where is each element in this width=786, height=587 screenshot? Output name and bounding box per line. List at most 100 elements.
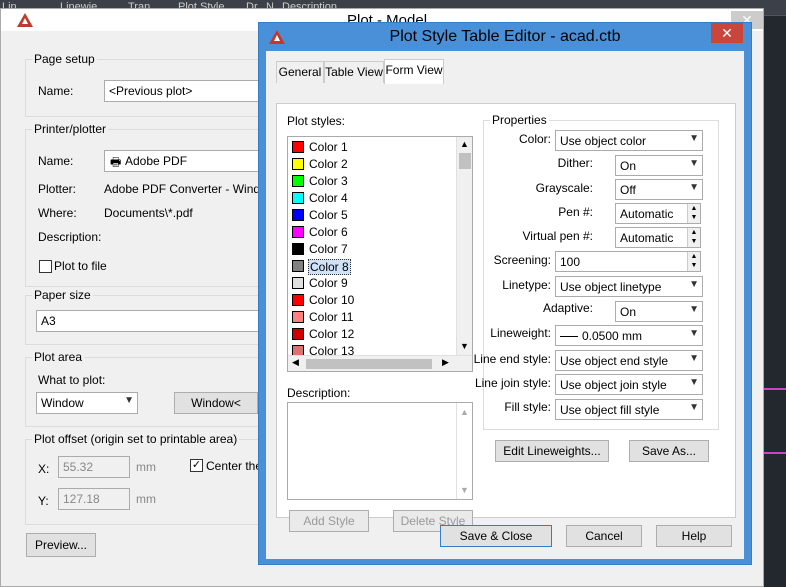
x-offset-field[interactable]: 55.32 — [58, 456, 130, 478]
pen-spinner[interactable]: Automatic ▲ ▼ — [615, 203, 701, 224]
pen-label: Pen #: — [558, 205, 593, 219]
color-select[interactable]: Use object color ▼ — [555, 130, 703, 151]
what-to-plot-select[interactable]: Window ▼ — [36, 392, 138, 414]
plot-to-file-label: Plot to file — [54, 259, 107, 273]
list-item[interactable]: Color 4 — [288, 190, 458, 207]
spinner-arrows-icon[interactable]: ▲ ▼ — [687, 252, 700, 271]
fill-style-value: Use object fill style — [560, 403, 660, 417]
list-item[interactable]: Color 3 — [288, 173, 458, 190]
list-item[interactable]: Color 10 — [288, 292, 458, 309]
screening-value: 100 — [560, 255, 581, 269]
name-label: Name: — [38, 154, 74, 168]
y-offset-field[interactable]: 127.18 — [58, 488, 130, 510]
paper-size-select[interactable]: A3 — [36, 310, 262, 332]
tab-general[interactable]: General — [276, 61, 324, 83]
style-name: Color 5 — [309, 208, 348, 222]
dither-value: On — [620, 159, 637, 173]
plot-styles-list[interactable]: Color 1 Color 2 Color 3 Color 4 Color 5 Color… — [287, 136, 473, 372]
style-name: Color 11 — [309, 310, 354, 324]
lineweight-select[interactable]: 0.0500 mm ▼ — [555, 325, 703, 346]
vertical-scrollbar[interactable]: ▲ ▼ — [456, 137, 472, 355]
plot-area-group: Plot area What to plot: Window ▼ Window< — [25, 350, 261, 427]
form-view-page: Plot styles: Color 1 Color 2 Color 3 Color … — [276, 103, 736, 532]
description-textarea[interactable]: ▲ ▼ — [287, 402, 473, 500]
linetype-value: Use object linetype — [560, 280, 662, 294]
list-item[interactable]: Color 6 — [288, 224, 458, 241]
tab-form-view[interactable]: Form View — [384, 59, 444, 84]
chevron-down-icon: ▼ — [689, 377, 699, 388]
add-style-button[interactable]: Add Style — [289, 510, 369, 532]
style-name: Color 3 — [309, 174, 348, 188]
color-swatch — [292, 158, 304, 170]
scroll-thumb[interactable] — [459, 153, 471, 169]
list-item[interactable]: Color 5 — [288, 207, 458, 224]
linetype-select[interactable]: Use object linetype ▼ — [555, 276, 703, 297]
spinner-arrows-icon[interactable]: ▲ ▼ — [687, 228, 700, 247]
color-swatch — [292, 260, 304, 272]
save-as-button[interactable]: Save As... — [629, 440, 709, 462]
horizontal-scrollbar[interactable]: ◀ ▶ — [288, 355, 472, 371]
x-label: X: — [38, 462, 50, 476]
adaptive-select[interactable]: On ▼ — [615, 301, 703, 322]
x-unit: mm — [136, 460, 156, 474]
plot-offset-group: Plot offset (origin set to printable are… — [25, 432, 263, 525]
fill-style-select[interactable]: Use object fill style ▼ — [555, 399, 703, 420]
line-end-select[interactable]: Use object end style ▼ — [555, 350, 703, 371]
drawing-line — [764, 452, 786, 454]
list-item[interactable]: Color 7 — [288, 241, 458, 258]
scroll-up-icon[interactable]: ▲ — [460, 139, 469, 149]
scroll-thumb[interactable] — [306, 359, 432, 369]
list-item[interactable]: Color 8 — [288, 258, 458, 275]
styles-items: Color 1 Color 2 Color 3 Color 4 Color 5 Color… — [288, 139, 458, 357]
list-item[interactable]: Color 12 — [288, 326, 458, 343]
y-unit: mm — [136, 492, 156, 506]
printer-icon: 🖶 — [110, 155, 122, 169]
chevron-down-icon: ▼ — [689, 353, 699, 364]
spinner-arrows-icon[interactable]: ▲ ▼ — [687, 204, 700, 223]
scroll-right-icon[interactable]: ▶ — [442, 357, 449, 368]
tab-table-view[interactable]: Table View — [324, 61, 384, 83]
scroll-left-icon[interactable]: ◀ — [292, 357, 299, 368]
page-setup-select[interactable]: <Previous plot> — [104, 80, 264, 102]
scroll-up-icon[interactable]: ▲ — [460, 407, 469, 417]
printer-select[interactable]: 🖶 Adobe PDF — [104, 150, 264, 172]
group-title: Plot offset (origin set to printable are… — [32, 432, 240, 446]
style-name: Color 4 — [309, 191, 348, 205]
plot-to-file-checkbox[interactable] — [39, 260, 52, 273]
dither-select[interactable]: On ▼ — [615, 155, 703, 176]
save-close-button[interactable]: Save & Close — [440, 525, 552, 547]
cancel-button[interactable]: Cancel — [566, 525, 642, 547]
window-button[interactable]: Window< — [174, 392, 258, 414]
grayscale-select[interactable]: Off ▼ — [615, 179, 703, 200]
scroll-down-icon[interactable]: ▼ — [460, 485, 469, 495]
list-item[interactable]: Color 11 — [288, 309, 458, 326]
screening-spinner[interactable]: 100 ▲ ▼ — [555, 251, 701, 272]
list-item[interactable]: Color 9 — [288, 275, 458, 292]
group-title: Properties — [490, 113, 549, 127]
center-plot-checkbox[interactable]: ✓ — [190, 459, 203, 472]
adaptive-label: Adaptive: — [542, 301, 593, 315]
help-button[interactable]: Help — [656, 525, 732, 547]
close-icon[interactable]: ✕ — [711, 23, 743, 43]
list-item[interactable]: Color 1 — [288, 139, 458, 156]
virtual-pen-value: Automatic — [620, 231, 674, 245]
center-plot-label: Center the — [206, 459, 263, 473]
preview-button[interactable]: Preview... — [26, 533, 96, 557]
color-swatch — [292, 209, 304, 221]
vertical-scrollbar[interactable]: ▲ ▼ — [456, 403, 472, 499]
chevron-down-icon: ▼ — [689, 133, 699, 144]
line-join-select[interactable]: Use object join style ▼ — [555, 374, 703, 395]
edit-lineweights-button[interactable]: Edit Lineweights... — [495, 440, 609, 462]
chevron-down-icon: ▼ — [689, 182, 699, 193]
color-swatch — [292, 141, 304, 153]
where-value: Documents\*.pdf — [104, 206, 193, 220]
what-to-plot-label: What to plot: — [38, 373, 106, 387]
list-item[interactable]: Color 2 — [288, 156, 458, 173]
scroll-down-icon[interactable]: ▼ — [460, 341, 469, 351]
color-swatch — [292, 243, 304, 255]
screening-label: Screening: — [493, 253, 551, 267]
virtual-pen-spinner[interactable]: Automatic ▲ ▼ — [615, 227, 701, 248]
style-name: Color 7 — [309, 242, 348, 256]
virtual-pen-label: Virtual pen #: — [522, 229, 594, 243]
chevron-down-icon: ▼ — [689, 158, 699, 169]
